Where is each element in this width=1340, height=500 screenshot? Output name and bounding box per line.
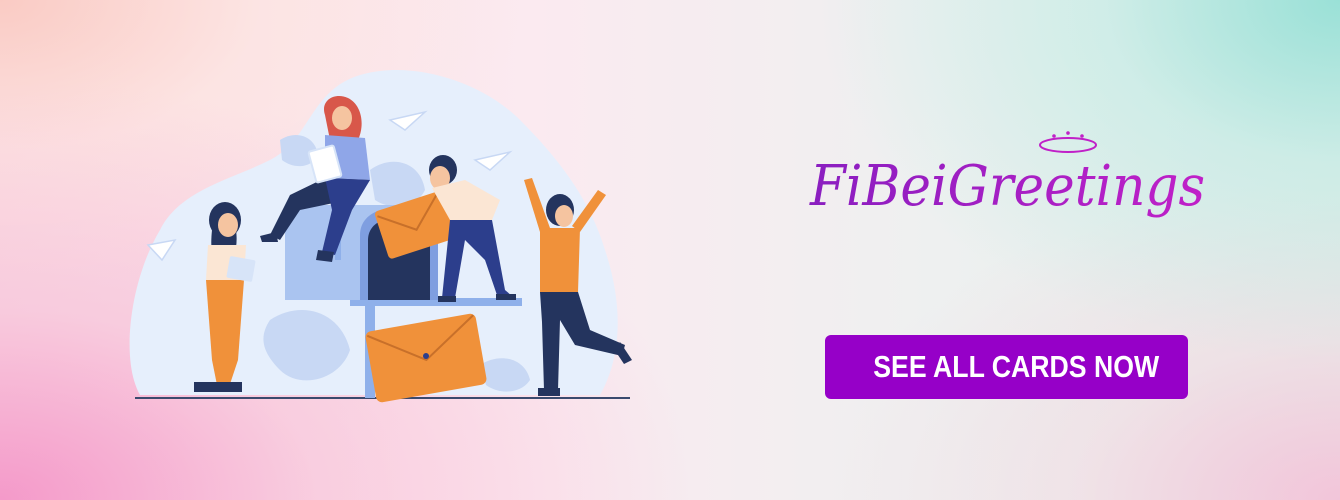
brand-logo[interactable]: FiBeiGreetings	[800, 125, 1220, 255]
promo-banner: FiBeiGreetings SEE ALL CARDS NOW	[0, 0, 1340, 500]
halo-icon	[1039, 137, 1097, 153]
see-all-cards-label: SEE ALL CARDS NOW	[873, 349, 1160, 384]
see-all-cards-button[interactable]: SEE ALL CARDS NOW	[825, 335, 1188, 399]
brand-name: FiBeiGreetings	[809, 154, 1205, 219]
mailbox-people-illustration	[120, 60, 650, 410]
